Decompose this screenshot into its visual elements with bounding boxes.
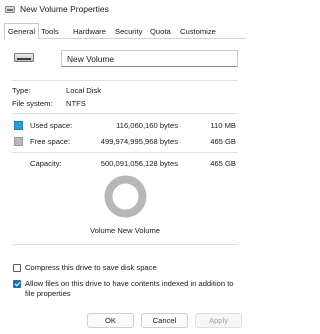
tab-quota[interactable]: Quota — [147, 24, 174, 39]
index-checkbox[interactable] — [13, 280, 21, 288]
used-space-bytes: 116,060,160 bytes — [116, 121, 178, 130]
tab-security[interactable]: Security — [112, 24, 145, 39]
volume-name-input[interactable] — [61, 50, 238, 67]
divider — [12, 113, 238, 114]
file-system-label: File system: — [12, 99, 53, 108]
index-label-line1: Allow files on this drive to have conten… — [25, 279, 234, 288]
index-label-line2: file properties — [25, 289, 71, 298]
divider — [12, 244, 238, 245]
compress-checkbox[interactable] — [13, 264, 21, 272]
divider — [12, 152, 238, 153]
ok-button[interactable]: OK — [87, 313, 134, 328]
apply-button[interactable]: Apply — [195, 313, 242, 328]
usage-donut-chart — [104, 175, 147, 218]
tab-customize[interactable]: Customize — [177, 24, 219, 39]
properties-window: New Volume Properties General Tools Hard… — [0, 0, 250, 334]
free-space-bytes: 499,974,995,968 bytes — [100, 137, 178, 146]
free-space-ring — [104, 175, 147, 218]
file-system-value: NTFS — [66, 99, 86, 108]
compress-label: Compress this drive to save disk space — [25, 263, 157, 272]
tab-tools[interactable]: Tools — [38, 24, 62, 39]
capacity-label: Capacity: — [30, 159, 62, 168]
used-space-size: 110 MB — [210, 121, 236, 130]
title-bar: New Volume Properties — [0, 0, 250, 22]
capacity-bytes: 500,091,056,128 bytes — [100, 159, 178, 168]
free-space-label: Free space: — [30, 137, 71, 146]
tab-strip: General Tools Hardware Security Quota Cu… — [4, 23, 248, 39]
drive-icon — [5, 6, 15, 13]
capacity-size: 465 GB — [210, 159, 236, 168]
tab-hardware[interactable]: Hardware — [70, 24, 109, 39]
window-title: New Volume Properties — [20, 4, 109, 14]
free-space-size: 465 GB — [210, 137, 236, 146]
tab-general[interactable]: General — [4, 23, 40, 39]
tab-divider — [4, 38, 246, 39]
divider — [12, 80, 238, 81]
drive-icon — [14, 52, 34, 63]
free-space-swatch — [14, 137, 23, 146]
cancel-button[interactable]: Cancel — [141, 313, 188, 328]
type-label: Type: — [12, 86, 31, 95]
volume-caption: Volume New Volume — [89, 226, 161, 235]
used-space-swatch — [14, 121, 23, 130]
type-value: Local Disk — [66, 86, 102, 95]
used-space-label: Used space: — [30, 121, 73, 130]
